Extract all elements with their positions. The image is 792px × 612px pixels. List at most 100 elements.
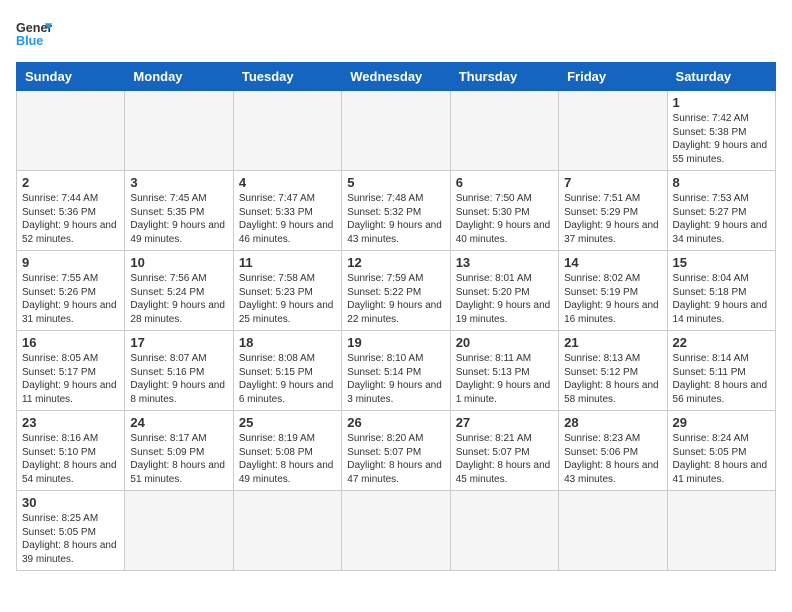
day-number: 3: [130, 175, 227, 190]
calendar-cell: 16Sunrise: 8:05 AM Sunset: 5:17 PM Dayli…: [17, 331, 125, 411]
week-row-2: 2Sunrise: 7:44 AM Sunset: 5:36 PM Daylig…: [17, 171, 776, 251]
calendar-cell: 4 Sunrise: 7:47 AM Sunset: 5:33 PM Daylig…: [233, 171, 341, 251]
calendar-cell: 18 Sunrise: 8:08 AM Sunset: 5:15 PM Dayli…: [233, 331, 341, 411]
day-number: 30: [22, 495, 119, 510]
day-number: 5: [347, 175, 444, 190]
calendar-cell: [559, 491, 667, 571]
day-number: 26: [347, 415, 444, 430]
day-header-saturday: Saturday: [667, 63, 775, 91]
day-info: Sunrise: 8:02 AM Sunset: 5:19 PM Dayligh…: [564, 272, 661, 326]
day-headers-row: SundayMondayTuesdayWednesdayThursdayFrid…: [17, 63, 776, 91]
week-row-4: 16Sunrise: 8:05 AM Sunset: 5:17 PM Dayli…: [17, 331, 776, 411]
day-number: 27: [456, 415, 553, 430]
calendar-cell: 14 Sunrise: 8:02 AM Sunset: 5:19 PM Dayli…: [559, 251, 667, 331]
page-header: General Blue: [16, 16, 776, 52]
calendar-table: SundayMondayTuesdayWednesdayThursdayFrid…: [16, 62, 776, 571]
day-number: 14: [564, 255, 661, 270]
day-number: 21: [564, 335, 661, 350]
calendar-cell: [125, 491, 233, 571]
calendar-cell: [667, 491, 775, 571]
day-number: 9: [22, 255, 119, 270]
calendar-cell: [342, 491, 450, 571]
week-row-5: 23 Sunrise: 8:16 AM Sunset: 5:10 PM Dayli…: [17, 411, 776, 491]
calendar-cell: 17Sunrise: 8:07 AM Sunset: 5:16 PM Dayli…: [125, 331, 233, 411]
svg-text:Blue: Blue: [16, 34, 43, 48]
calendar-cell: 3 Sunrise: 7:45 AM Sunset: 5:35 PM Daylig…: [125, 171, 233, 251]
calendar-cell: 30 Sunrise: 8:25 AM Sunset: 5:05 PM Dayli…: [17, 491, 125, 571]
calendar-cell: 9Sunrise: 7:55 AM Sunset: 5:26 PM Daylig…: [17, 251, 125, 331]
day-number: 24: [130, 415, 227, 430]
calendar-cell: 1Sunrise: 7:42 AM Sunset: 5:38 PM Daylig…: [667, 91, 775, 171]
calendar-cell: 13 Sunrise: 8:01 AM Sunset: 5:20 PM Dayli…: [450, 251, 558, 331]
day-number: 4: [239, 175, 336, 190]
calendar-cell: 6 Sunrise: 7:50 AM Sunset: 5:30 PM Daylig…: [450, 171, 558, 251]
day-number: 18: [239, 335, 336, 350]
day-number: 1: [673, 95, 770, 110]
calendar-cell: 12Sunrise: 7:59 AM Sunset: 5:22 PM Dayli…: [342, 251, 450, 331]
day-info: Sunrise: 8:10 AM Sunset: 5:14 PM Dayligh…: [347, 352, 444, 406]
week-row-1: 1Sunrise: 7:42 AM Sunset: 5:38 PM Daylig…: [17, 91, 776, 171]
day-info: Sunrise: 7:56 AM Sunset: 5:24 PM Dayligh…: [130, 272, 227, 326]
calendar-cell: 5 Sunrise: 7:48 AM Sunset: 5:32 PM Daylig…: [342, 171, 450, 251]
day-info: Sunrise: 7:45 AM Sunset: 5:35 PM Dayligh…: [130, 192, 227, 246]
day-number: 16: [22, 335, 119, 350]
day-number: 29: [673, 415, 770, 430]
calendar-cell: 22Sunrise: 8:14 AM Sunset: 5:11 PM Dayli…: [667, 331, 775, 411]
day-header-tuesday: Tuesday: [233, 63, 341, 91]
day-info: Sunrise: 8:23 AM Sunset: 5:06 PM Dayligh…: [564, 432, 661, 486]
day-info: Sunrise: 8:16 AM Sunset: 5:10 PM Dayligh…: [22, 432, 119, 486]
day-info: Sunrise: 8:01 AM Sunset: 5:20 PM Dayligh…: [456, 272, 553, 326]
day-header-monday: Monday: [125, 63, 233, 91]
calendar-cell: 28 Sunrise: 8:23 AM Sunset: 5:06 PM Dayli…: [559, 411, 667, 491]
day-info: Sunrise: 8:17 AM Sunset: 5:09 PM Dayligh…: [130, 432, 227, 486]
day-number: 10: [130, 255, 227, 270]
day-number: 13: [456, 255, 553, 270]
day-info: Sunrise: 8:21 AM Sunset: 5:07 PM Dayligh…: [456, 432, 553, 486]
day-info: Sunrise: 7:47 AM Sunset: 5:33 PM Dayligh…: [239, 192, 336, 246]
day-info: Sunrise: 8:19 AM Sunset: 5:08 PM Dayligh…: [239, 432, 336, 486]
calendar-cell: 7 Sunrise: 7:51 AM Sunset: 5:29 PM Daylig…: [559, 171, 667, 251]
calendar-cell: [450, 91, 558, 171]
day-number: 6: [456, 175, 553, 190]
calendar-cell: [233, 91, 341, 171]
day-number: 7: [564, 175, 661, 190]
day-header-thursday: Thursday: [450, 63, 558, 91]
day-info: Sunrise: 8:07 AM Sunset: 5:16 PM Dayligh…: [130, 352, 227, 406]
day-info: Sunrise: 8:20 AM Sunset: 5:07 PM Dayligh…: [347, 432, 444, 486]
day-info: Sunrise: 8:25 AM Sunset: 5:05 PM Dayligh…: [22, 512, 119, 566]
calendar-cell: 24 Sunrise: 8:17 AM Sunset: 5:09 PM Dayli…: [125, 411, 233, 491]
day-number: 8: [673, 175, 770, 190]
calendar-cell: 29Sunrise: 8:24 AM Sunset: 5:05 PM Dayli…: [667, 411, 775, 491]
day-header-sunday: Sunday: [17, 63, 125, 91]
calendar-cell: 26 Sunrise: 8:20 AM Sunset: 5:07 PM Dayli…: [342, 411, 450, 491]
day-number: 28: [564, 415, 661, 430]
day-info: Sunrise: 8:14 AM Sunset: 5:11 PM Dayligh…: [673, 352, 770, 406]
day-number: 15: [673, 255, 770, 270]
logo-icon: General Blue: [16, 16, 52, 52]
calendar-cell: 2Sunrise: 7:44 AM Sunset: 5:36 PM Daylig…: [17, 171, 125, 251]
day-number: 23: [22, 415, 119, 430]
calendar-cell: [125, 91, 233, 171]
day-info: Sunrise: 8:08 AM Sunset: 5:15 PM Dayligh…: [239, 352, 336, 406]
day-info: Sunrise: 7:51 AM Sunset: 5:29 PM Dayligh…: [564, 192, 661, 246]
day-header-friday: Friday: [559, 63, 667, 91]
day-header-wednesday: Wednesday: [342, 63, 450, 91]
day-number: 25: [239, 415, 336, 430]
calendar-cell: 20Sunrise: 8:11 AM Sunset: 5:13 PM Dayli…: [450, 331, 558, 411]
calendar-cell: [559, 91, 667, 171]
day-info: Sunrise: 8:04 AM Sunset: 5:18 PM Dayligh…: [673, 272, 770, 326]
calendar-cell: [17, 91, 125, 171]
week-row-3: 9Sunrise: 7:55 AM Sunset: 5:26 PM Daylig…: [17, 251, 776, 331]
day-info: Sunrise: 7:58 AM Sunset: 5:23 PM Dayligh…: [239, 272, 336, 326]
calendar-cell: 19 Sunrise: 8:10 AM Sunset: 5:14 PM Dayli…: [342, 331, 450, 411]
calendar-cell: 8 Sunrise: 7:53 AM Sunset: 5:27 PM Daylig…: [667, 171, 775, 251]
day-info: Sunrise: 7:50 AM Sunset: 5:30 PM Dayligh…: [456, 192, 553, 246]
day-number: 2: [22, 175, 119, 190]
calendar-cell: 11Sunrise: 7:58 AM Sunset: 5:23 PM Dayli…: [233, 251, 341, 331]
calendar-cell: [450, 491, 558, 571]
day-number: 19: [347, 335, 444, 350]
calendar-cell: 25 Sunrise: 8:19 AM Sunset: 5:08 PM Dayli…: [233, 411, 341, 491]
logo: General Blue: [16, 16, 54, 52]
day-info: Sunrise: 7:53 AM Sunset: 5:27 PM Dayligh…: [673, 192, 770, 246]
day-info: Sunrise: 7:48 AM Sunset: 5:32 PM Dayligh…: [347, 192, 444, 246]
